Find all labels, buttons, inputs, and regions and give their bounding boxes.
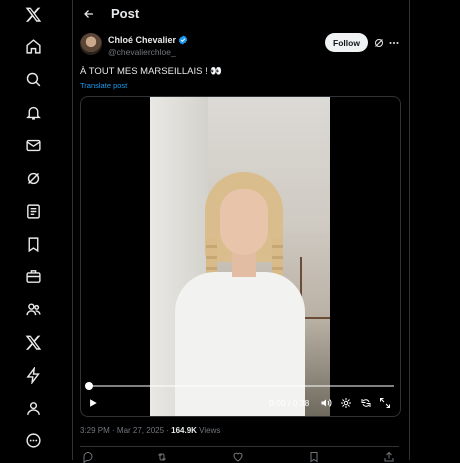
profile-icon[interactable] bbox=[21, 396, 45, 420]
post-header: Post bbox=[73, 0, 409, 28]
volume-icon[interactable] bbox=[319, 396, 333, 410]
author-name[interactable]: Chloé Chevalier bbox=[108, 35, 188, 45]
more-options-icon[interactable] bbox=[388, 37, 400, 49]
grok-icon[interactable] bbox=[21, 166, 45, 190]
x-logo-icon[interactable] bbox=[21, 2, 45, 26]
post-timestamp[interactable]: 3:29 PM · Mar 27, 2025 · bbox=[80, 426, 171, 435]
bell-icon[interactable] bbox=[21, 100, 45, 124]
grok-explain-icon[interactable] bbox=[373, 37, 385, 49]
avatar[interactable] bbox=[80, 33, 102, 55]
views-label: Views bbox=[196, 426, 221, 435]
sidebar-divider bbox=[72, 0, 73, 460]
follow-button[interactable]: Follow bbox=[325, 33, 368, 52]
back-arrow-icon[interactable] bbox=[79, 4, 99, 24]
video-progress-knob[interactable] bbox=[85, 382, 93, 390]
author-name-text: Chloé Chevalier bbox=[108, 35, 177, 45]
views-count: 164.9K bbox=[171, 426, 197, 435]
translate-post-link[interactable]: Translate post bbox=[80, 81, 127, 90]
home-icon[interactable] bbox=[21, 34, 45, 58]
verified-badge-icon bbox=[178, 35, 188, 45]
reply-icon[interactable] bbox=[82, 451, 94, 463]
more-circle-icon[interactable] bbox=[21, 428, 45, 452]
mail-icon[interactable] bbox=[21, 133, 45, 157]
post-text: À TOUT MES MARSEILLAIS ! 👀 bbox=[80, 66, 223, 77]
lightning-icon[interactable] bbox=[21, 363, 45, 387]
search-icon[interactable] bbox=[21, 67, 45, 91]
bookmark-action-icon[interactable] bbox=[308, 451, 320, 463]
video-progress-bar[interactable] bbox=[89, 385, 394, 387]
premium-x-icon[interactable] bbox=[21, 330, 45, 354]
video-subject-face bbox=[220, 189, 268, 255]
right-divider bbox=[409, 0, 410, 460]
post-meta: 3:29 PM · Mar 27, 2025 · 164.9K Views bbox=[80, 426, 220, 435]
video-frame[interactable] bbox=[150, 97, 330, 416]
author-handle[interactable]: @chevalierchloe_ bbox=[108, 47, 176, 57]
settings-gear-icon[interactable] bbox=[339, 396, 353, 410]
bookmark-icon[interactable] bbox=[21, 232, 45, 256]
video-subject-shirt bbox=[175, 272, 305, 416]
video-time: 0:00 / 0:38 bbox=[269, 398, 310, 408]
repost-icon[interactable] bbox=[156, 451, 168, 463]
share-icon[interactable] bbox=[383, 451, 395, 463]
loop-icon[interactable] bbox=[359, 396, 373, 410]
like-icon[interactable] bbox=[232, 451, 244, 463]
page-title: Post bbox=[111, 6, 140, 21]
sidebar bbox=[0, 0, 72, 460]
lists-icon[interactable] bbox=[21, 199, 45, 223]
video-player[interactable]: 0:00 / 0:38 bbox=[80, 96, 401, 417]
communities-icon[interactable] bbox=[21, 297, 45, 321]
briefcase-icon[interactable] bbox=[21, 264, 45, 288]
fullscreen-icon[interactable] bbox=[378, 396, 392, 410]
meta-separator bbox=[80, 446, 399, 447]
play-icon[interactable] bbox=[86, 396, 100, 410]
